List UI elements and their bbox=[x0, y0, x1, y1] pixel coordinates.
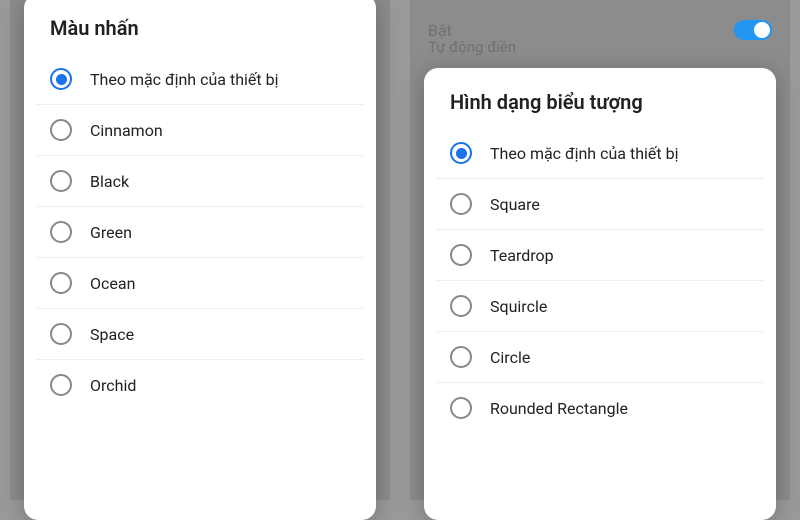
option-row[interactable]: Theo mặc định của thiết bị bbox=[436, 128, 764, 179]
option-row[interactable]: Green bbox=[36, 207, 364, 258]
option-label: Rounded Rectangle bbox=[490, 399, 628, 418]
background-toggle-label: Bật bbox=[428, 21, 452, 40]
background-subtext: Tự động điền bbox=[428, 38, 516, 56]
option-row[interactable]: Squircle bbox=[436, 281, 764, 332]
radio-icon[interactable] bbox=[450, 244, 472, 266]
radio-icon[interactable] bbox=[450, 397, 472, 419]
radio-icon[interactable] bbox=[50, 119, 72, 141]
option-row[interactable]: Rounded Rectangle bbox=[436, 383, 764, 433]
option-label: Theo mặc định của thiết bị bbox=[490, 144, 678, 163]
radio-icon[interactable] bbox=[50, 221, 72, 243]
radio-icon[interactable] bbox=[450, 346, 472, 368]
option-row[interactable]: Theo mặc định của thiết bị bbox=[36, 54, 364, 105]
option-row[interactable]: Black bbox=[36, 156, 364, 207]
radio-icon[interactable] bbox=[50, 323, 72, 345]
radio-icon[interactable] bbox=[50, 272, 72, 294]
dialog-title: Màu nhấn bbox=[24, 16, 376, 54]
accent-color-dialog: Màu nhấn Theo mặc định của thiết bị Cinna… bbox=[24, 0, 376, 520]
phone-left: Màu nhấn Theo mặc định của thiết bị Cinna… bbox=[10, 0, 390, 500]
option-label: Cinnamon bbox=[90, 121, 163, 140]
option-label: Space bbox=[90, 325, 134, 344]
option-row[interactable]: Space bbox=[36, 309, 364, 360]
option-row[interactable]: Cinnamon bbox=[36, 105, 364, 156]
option-label: Ocean bbox=[90, 274, 135, 293]
dialog-title: Hình dạng biểu tượng bbox=[424, 90, 776, 128]
radio-icon[interactable] bbox=[450, 142, 472, 164]
phone-right: Bật Tự động điền Hình dạng biểu tượng Th… bbox=[410, 0, 790, 500]
radio-icon[interactable] bbox=[50, 374, 72, 396]
option-label: Orchid bbox=[90, 376, 136, 395]
option-label: Theo mặc định của thiết bị bbox=[90, 70, 278, 89]
radio-icon[interactable] bbox=[450, 295, 472, 317]
radio-icon[interactable] bbox=[50, 68, 72, 90]
accent-options-list: Theo mặc định của thiết bị Cinnamon Black G… bbox=[24, 54, 376, 410]
toggle-switch-icon[interactable] bbox=[734, 20, 772, 40]
option-row[interactable]: Orchid bbox=[36, 360, 364, 410]
option-row[interactable]: Circle bbox=[436, 332, 764, 383]
option-row[interactable]: Ocean bbox=[36, 258, 364, 309]
option-label: Squircle bbox=[490, 297, 547, 316]
option-row[interactable]: Square bbox=[436, 179, 764, 230]
radio-icon[interactable] bbox=[450, 193, 472, 215]
option-label: Black bbox=[90, 172, 129, 191]
shape-options-list: Theo mặc định của thiết bị Square Teardrop… bbox=[424, 128, 776, 433]
option-label: Green bbox=[90, 223, 132, 242]
option-label: Square bbox=[490, 195, 540, 214]
radio-icon[interactable] bbox=[50, 170, 72, 192]
icon-shape-dialog: Hình dạng biểu tượng Theo mặc định của t… bbox=[424, 68, 776, 520]
option-label: Teardrop bbox=[490, 246, 554, 265]
option-label: Circle bbox=[490, 348, 530, 367]
option-row[interactable]: Teardrop bbox=[436, 230, 764, 281]
